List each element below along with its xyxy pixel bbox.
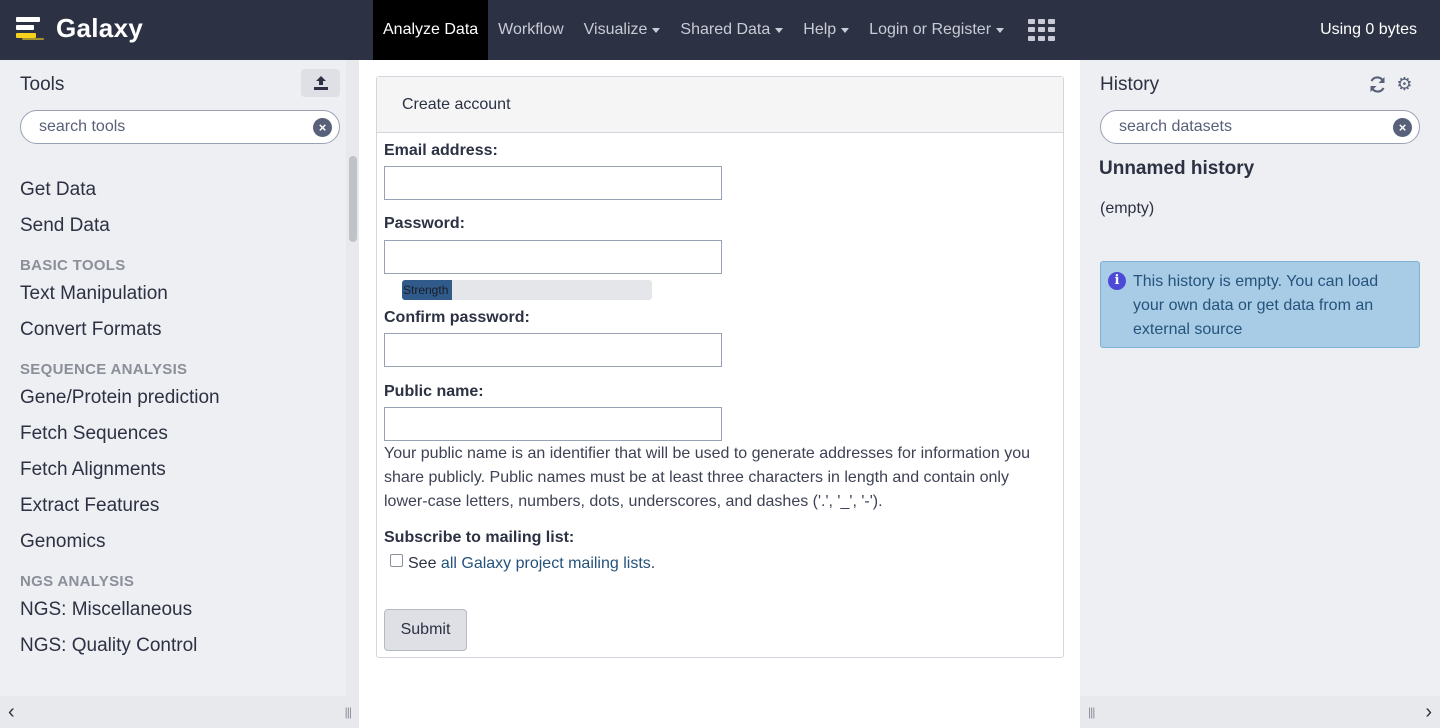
- masthead: Galaxy Analyze Data Workflow Visualize S…: [0, 0, 1440, 60]
- tool-search-placeholder: search tools: [39, 118, 126, 135]
- tool-ngs-quality-control[interactable]: NGS: Quality Control: [20, 634, 340, 670]
- drag-handle-icon[interactable]: |||: [1088, 705, 1095, 719]
- section-basic-tools: BASIC TOOLS: [20, 257, 126, 274]
- history-search-input[interactable]: search datasets ×: [1100, 110, 1420, 144]
- gear-icon[interactable]: ⚙: [1395, 75, 1414, 94]
- confirm-password-label: Confirm password:: [384, 309, 530, 326]
- refresh-icon[interactable]: [1368, 75, 1387, 94]
- nav-label: Login or Register: [869, 21, 992, 38]
- grid-icon: [1028, 19, 1056, 41]
- public-name-help: Your public name is an identifier that w…: [384, 445, 1031, 510]
- caret-down-icon: [775, 27, 784, 33]
- chevron-left-icon[interactable]: ‹: [8, 701, 15, 724]
- register-form: Create account Email address: Password: …: [376, 76, 1064, 658]
- tool-genomics[interactable]: Genomics: [20, 530, 340, 566]
- subscribe-label: Subscribe to mailing list:: [384, 529, 575, 546]
- form-header: Create account: [377, 77, 1063, 133]
- tool-ngs-miscellaneous[interactable]: NGS: Miscellaneous: [20, 598, 340, 634]
- quota-meter[interactable]: Using 0 bytes: [1320, 0, 1417, 60]
- clear-search-icon[interactable]: ×: [1393, 118, 1412, 137]
- caret-down-icon: [652, 27, 661, 33]
- center-panel: Create account Email address: Password: …: [359, 60, 1080, 728]
- public-name-field[interactable]: [384, 407, 722, 441]
- info-icon: i: [1108, 272, 1126, 290]
- password-strength-fill: Strength: [402, 280, 452, 300]
- mailing-lists-link[interactable]: all Galaxy project mailing lists: [441, 555, 651, 572]
- tool-panel-body: Tools search tools × Get Data Send Data …: [0, 60, 346, 696]
- tool-fetch-alignments[interactable]: Fetch Alignments: [20, 458, 340, 494]
- email-label: Email address:: [384, 142, 498, 159]
- main-nav: Analyze Data Workflow Visualize Shared D…: [373, 0, 1066, 60]
- tool-search-input[interactable]: search tools ×: [20, 110, 340, 144]
- nav-label: Analyze Data: [383, 21, 479, 38]
- nav-login-register[interactable]: Login or Register: [859, 0, 1014, 60]
- tool-send-data[interactable]: Send Data: [20, 214, 340, 250]
- password-label: Password:: [384, 215, 465, 232]
- history-actions: ⚙: [1368, 75, 1414, 94]
- password-strength-meter: Strength: [402, 280, 652, 300]
- tool-list: Get Data Send Data BASIC TOOLS Text Mani…: [20, 178, 340, 670]
- history-size: (empty): [1100, 200, 1155, 217]
- history-name[interactable]: Unnamed history: [1099, 158, 1254, 180]
- nav-label: Help: [803, 21, 837, 38]
- nav-workflow[interactable]: Workflow: [488, 0, 574, 60]
- subscribe-description: See all Galaxy project mailing lists.: [408, 555, 655, 573]
- submit-button[interactable]: Submit: [384, 609, 467, 651]
- form-title: Create account: [402, 95, 511, 113]
- nav-visualize[interactable]: Visualize: [574, 0, 671, 60]
- history-panel-footer: ||| ›: [1080, 696, 1440, 728]
- subscribe-suffix: .: [650, 555, 656, 572]
- nav-analyze-data[interactable]: Analyze Data: [373, 0, 489, 60]
- tool-panel: Tools search tools × Get Data Send Data …: [0, 60, 359, 728]
- galaxy-logo-icon: [16, 13, 48, 43]
- email-field[interactable]: [384, 166, 722, 200]
- section-ngs-analysis: NGS ANALYSIS: [20, 573, 135, 590]
- nav-label: Shared Data: [680, 21, 771, 38]
- drag-handle-icon[interactable]: |||: [345, 705, 352, 719]
- history-panel-title: History: [1100, 74, 1160, 95]
- caret-down-icon: [996, 27, 1005, 33]
- brand-link[interactable]: Galaxy: [16, 13, 143, 43]
- password-field[interactable]: [384, 240, 722, 274]
- upload-icon: [313, 76, 328, 90]
- nav-help[interactable]: Help: [793, 0, 859, 60]
- tool-convert-formats[interactable]: Convert Formats: [20, 318, 340, 354]
- subscribe-checkbox[interactable]: [390, 554, 403, 567]
- history-panel: History ⚙ search datasets × Unnamed hist…: [1080, 60, 1440, 728]
- chevron-right-icon[interactable]: ›: [1425, 701, 1432, 724]
- tool-get-data[interactable]: Get Data: [20, 178, 340, 214]
- tool-text-manipulation[interactable]: Text Manipulation: [20, 282, 340, 318]
- nav-label: Visualize: [583, 21, 648, 38]
- section-sequence-analysis: SEQUENCE ANALYSIS: [20, 361, 188, 378]
- history-search-placeholder: search datasets: [1119, 118, 1232, 135]
- tool-gene-protein-prediction[interactable]: Gene/Protein prediction: [20, 386, 340, 422]
- tool-panel-scrollbar[interactable]: [349, 156, 357, 242]
- tool-panel-title: Tools: [20, 74, 65, 95]
- public-name-label: Public name:: [384, 383, 484, 400]
- nav-shared-data[interactable]: Shared Data: [670, 0, 793, 60]
- brand-name: Galaxy: [56, 12, 144, 43]
- nav-label: Workflow: [498, 21, 564, 38]
- empty-history-message: i This history is empty. You can load yo…: [1100, 261, 1420, 348]
- caret-down-icon: [841, 27, 850, 33]
- tool-panel-footer: ‹ |||: [0, 696, 359, 728]
- history-panel-body: History ⚙ search datasets × Unnamed hist…: [1080, 60, 1440, 696]
- nav-apps[interactable]: [1014, 0, 1066, 60]
- upload-button[interactable]: [301, 69, 340, 97]
- clear-search-icon[interactable]: ×: [313, 118, 332, 137]
- tool-fetch-sequences[interactable]: Fetch Sequences: [20, 422, 340, 458]
- tool-extract-features[interactable]: Extract Features: [20, 494, 340, 530]
- confirm-password-field[interactable]: [384, 333, 722, 367]
- subscribe-prefix: See: [408, 555, 441, 572]
- empty-history-text: This history is empty. You can load your…: [1133, 273, 1379, 338]
